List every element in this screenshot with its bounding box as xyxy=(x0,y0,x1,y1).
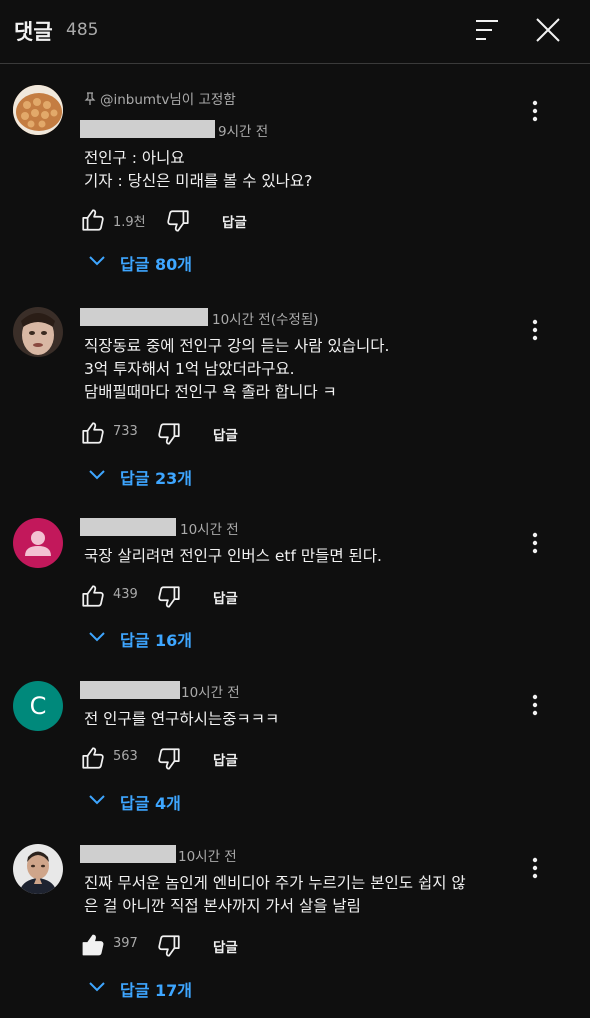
more-options-button[interactable] xyxy=(525,855,545,881)
comments-title: 댓글 xyxy=(14,20,53,44)
replies-toggle[interactable]: 답글 23개 xyxy=(88,465,218,489)
chevron-down-icon xyxy=(89,795,105,805)
author-name-redacted[interactable] xyxy=(80,518,176,536)
chevron-down-icon xyxy=(89,256,105,266)
sort-button[interactable] xyxy=(472,16,504,44)
like-count: 563 xyxy=(113,749,138,764)
more-vert-icon xyxy=(532,319,538,341)
thumb-down-icon xyxy=(158,423,180,445)
thumb-down-icon xyxy=(158,748,180,770)
dislike-button[interactable] xyxy=(156,584,182,610)
like-button[interactable] xyxy=(80,420,106,446)
like-button[interactable] xyxy=(80,583,106,609)
reply-button[interactable]: 답글 xyxy=(213,749,238,769)
author-name-redacted[interactable] xyxy=(80,308,208,326)
comment-time: 10시간 전 xyxy=(180,522,239,538)
pin-icon xyxy=(84,92,96,105)
comment-text: 진짜 무서운 놈인게 엔비디아 주가 누르기는 본인도 쉽지 않 은 걸 아니깐… xyxy=(84,874,466,915)
avatar[interactable] xyxy=(13,518,63,568)
thumb-up-icon xyxy=(82,747,104,769)
comment-text: 직장동료 중에 전인구 강의 듣는 사람 있습니다. 3억 투자해서 1억 남았… xyxy=(84,337,390,401)
dislike-button[interactable] xyxy=(156,746,182,772)
like-count: 733 xyxy=(113,424,138,439)
reply-button[interactable]: 답글 xyxy=(213,936,238,956)
replies-toggle[interactable]: 답글 17개 xyxy=(88,977,218,1001)
thumb-down-icon xyxy=(158,935,180,957)
comment-text: 전인구 : 아니요 기자 : 당신은 미래를 볼 수 있나요? xyxy=(84,149,313,190)
comments-header: 댓글 485 xyxy=(0,0,590,64)
avatar[interactable] xyxy=(13,85,63,135)
more-options-button[interactable] xyxy=(525,98,545,124)
more-vert-icon xyxy=(532,694,538,716)
comment-text: 국장 살리려면 전인구 인버스 etf 만들면 된다. xyxy=(84,547,382,565)
avatar[interactable] xyxy=(13,307,63,357)
like-button[interactable] xyxy=(80,207,106,233)
reply-button[interactable]: 답글 xyxy=(213,424,238,444)
dislike-button[interactable] xyxy=(165,208,191,234)
close-icon xyxy=(536,18,560,42)
more-options-button[interactable] xyxy=(525,530,545,556)
dislike-button[interactable] xyxy=(156,933,182,959)
thumb-up-icon xyxy=(82,585,104,607)
replies-toggle[interactable]: 답글 80개 xyxy=(88,251,218,275)
chevron-down-icon xyxy=(89,632,105,642)
thumb-up-filled-icon xyxy=(82,934,104,956)
replies-toggle[interactable]: 답글 4개 xyxy=(88,790,218,814)
like-count: 1.9천 xyxy=(113,215,146,230)
comment-time: 10시간 전 xyxy=(181,685,240,701)
like-count: 439 xyxy=(113,587,138,602)
like-button[interactable] xyxy=(80,745,106,771)
close-button[interactable] xyxy=(532,14,564,46)
avatar-letter: C xyxy=(29,692,47,720)
default-avatar-icon xyxy=(25,531,51,556)
reply-button[interactable]: 답글 xyxy=(213,587,238,607)
chevron-down-icon xyxy=(89,982,105,992)
thumb-down-icon xyxy=(167,210,189,232)
pinned-label: @inbumtv님이 고정함 xyxy=(84,88,236,108)
more-vert-icon xyxy=(532,857,538,879)
dislike-button[interactable] xyxy=(156,421,182,447)
comment-time: 9시간 전 xyxy=(218,124,269,140)
thumb-up-icon xyxy=(82,209,104,231)
author-name-redacted[interactable] xyxy=(80,845,176,863)
comment-time: 10시간 전(수정됨) xyxy=(212,312,319,328)
chevron-down-icon xyxy=(89,470,105,480)
more-options-button[interactable] xyxy=(525,692,545,718)
like-count: 397 xyxy=(113,936,138,951)
more-options-button[interactable] xyxy=(525,317,545,343)
more-vert-icon xyxy=(532,532,538,554)
avatar[interactable] xyxy=(13,844,63,894)
more-vert-icon xyxy=(532,100,538,122)
author-name-redacted[interactable] xyxy=(80,120,215,138)
avatar[interactable]: C xyxy=(13,681,63,731)
comment-time: 10시간 전 xyxy=(178,849,237,865)
comment-text: 전 인구를 연구하시는중ㅋㅋㅋ xyxy=(84,710,280,728)
sort-icon xyxy=(476,20,498,40)
replies-toggle[interactable]: 답글 16개 xyxy=(88,627,218,651)
thumb-up-icon xyxy=(82,422,104,444)
comments-count: 485 xyxy=(66,20,99,40)
like-button-liked[interactable] xyxy=(80,932,106,958)
author-name-redacted[interactable] xyxy=(80,681,180,699)
thumb-down-icon xyxy=(158,586,180,608)
reply-button[interactable]: 답글 xyxy=(222,211,247,231)
